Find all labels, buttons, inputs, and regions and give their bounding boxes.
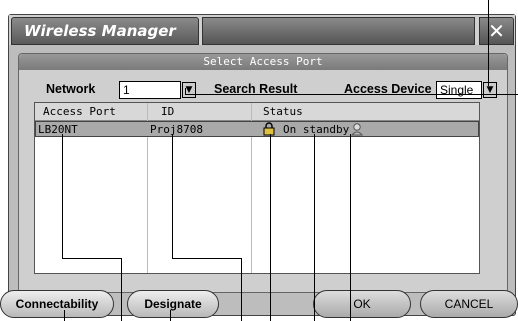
column-header-id[interactable]: ID <box>161 105 174 118</box>
leader-line <box>170 310 171 321</box>
leader-line <box>185 94 518 95</box>
close-button[interactable]: ✕ <box>479 17 514 45</box>
leader-line <box>270 134 271 321</box>
user-icon <box>350 122 364 139</box>
column-header-status[interactable]: Status <box>263 105 303 118</box>
leader-line <box>172 134 173 258</box>
status-cell: On standby <box>283 123 350 136</box>
column-header-access-port[interactable]: Access Port <box>43 105 116 118</box>
title-tab: Wireless Manager <box>11 17 199 45</box>
leader-line <box>314 134 315 321</box>
id-cell: Proj8708 <box>150 123 203 136</box>
access-port-cell: LB20NT <box>38 123 78 136</box>
designate-button[interactable]: Designate <box>127 290 219 318</box>
leader-line <box>241 258 242 321</box>
connectability-button[interactable]: Connectability <box>0 290 114 318</box>
cancel-button[interactable]: CANCEL <box>420 290 518 318</box>
leader-line <box>350 134 351 321</box>
leader-line <box>121 258 122 321</box>
network-select[interactable]: 1 <box>119 81 181 99</box>
network-label: Network <box>46 82 96 96</box>
leader-line <box>62 258 121 259</box>
access-device-select[interactable]: Single <box>436 81 482 99</box>
leader-line <box>62 134 63 258</box>
lock-icon <box>262 122 276 139</box>
leader-line <box>172 258 241 259</box>
title-bar-fill <box>202 17 475 45</box>
title-bar[interactable]: Wireless Manager ✕ <box>9 15 515 45</box>
access-device-dropdown-button[interactable]: ▼ <box>483 82 497 98</box>
list-row[interactable]: LB20NT Proj8708 On standby <box>35 121 479 137</box>
access-port-list[interactable]: Access Port ID Status LB20NT Proj8708 On… <box>34 102 480 274</box>
panel-header: Select Access Port <box>19 54 507 70</box>
window-title: Wireless Manager <box>24 22 176 40</box>
ok-button[interactable]: OK <box>313 290 411 318</box>
leader-line <box>185 88 186 95</box>
list-header: Access Port ID Status <box>35 103 479 121</box>
leader-line <box>64 310 65 321</box>
leader-line <box>488 0 489 86</box>
